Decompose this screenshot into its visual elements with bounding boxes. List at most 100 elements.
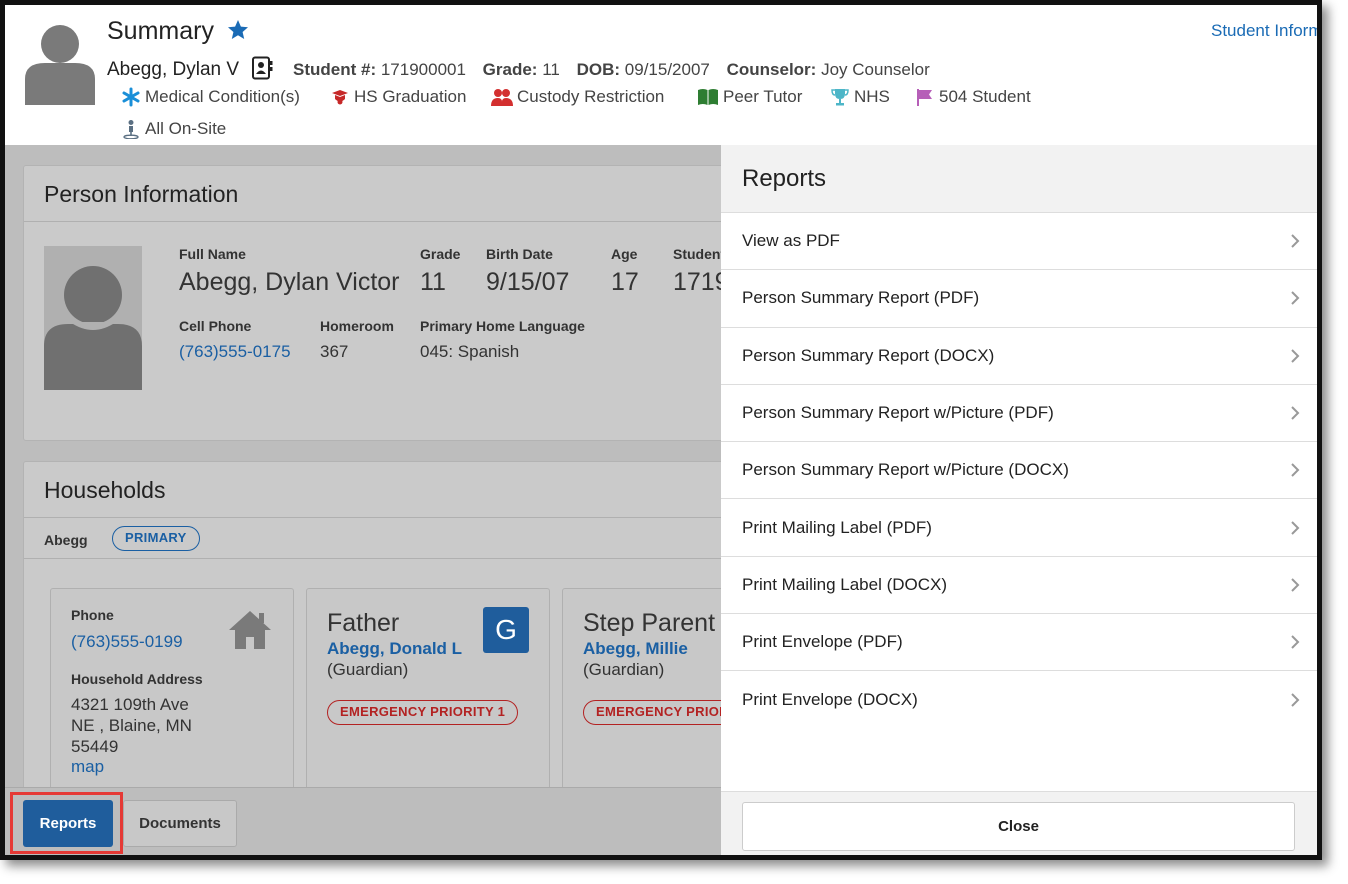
member-name-link[interactable]: Abegg, Donald L: [327, 639, 462, 659]
flag-label: Medical Condition(s): [145, 87, 300, 106]
address-line-3: 55449: [71, 737, 119, 756]
card-title: Person Information: [24, 166, 721, 222]
student-header: Summary Abegg, Dylan V Student #: 171900…: [5, 5, 1317, 145]
report-item-mailing-label-docx[interactable]: Print Mailing Label (DOCX): [721, 557, 1317, 615]
emergency-priority-badge: EMERGENCY PRIORITY 2: [583, 700, 721, 725]
student-name: Abegg, Dylan V: [107, 59, 240, 80]
trophy-icon: [831, 89, 849, 106]
student-number-label: Student: [673, 246, 721, 262]
report-item-person-summary-pdf[interactable]: Person Summary Report (PDF): [721, 270, 1317, 328]
person-pin-icon: [123, 120, 139, 139]
member-relation: (Guardian): [583, 660, 665, 679]
birth-date-value: 9/15/07: [486, 268, 570, 296]
language-label: Primary Home Language: [420, 318, 585, 334]
grade-label: Grade: [420, 246, 461, 262]
map-link[interactable]: map: [71, 757, 104, 777]
report-item-label: View as PDF: [742, 231, 840, 251]
graduation-cap-icon: [332, 90, 348, 105]
report-item-label: Print Envelope (PDF): [742, 632, 903, 652]
reports-panel: Reports View as PDF Person Summary Repor…: [721, 145, 1317, 855]
age-value: 17: [611, 268, 639, 296]
report-item-envelope-pdf[interactable]: Print Envelope (PDF): [721, 614, 1317, 672]
home-icon: [229, 611, 271, 649]
primary-badge: PRIMARY: [112, 526, 200, 551]
book-icon: [698, 89, 718, 105]
guardian-badge: G: [483, 607, 529, 653]
report-item-envelope-docx[interactable]: Print Envelope (DOCX): [721, 671, 1317, 728]
person-information-card: Person Information Full Name Abegg, Dyla…: [23, 165, 721, 441]
full-name-label: Full Name: [179, 246, 246, 262]
asterisk-icon: [122, 87, 140, 107]
flag-peer-tutor[interactable]: Peer Tutor: [697, 87, 802, 107]
flag-hs-graduation[interactable]: HS Graduation: [330, 87, 466, 107]
flag-nhs[interactable]: NHS: [830, 87, 890, 107]
dob-value: 09/15/2007: [624, 60, 710, 79]
cell-phone-label: Cell Phone: [179, 318, 252, 334]
age-label: Age: [611, 246, 638, 262]
flag-medical-condition[interactable]: Medical Condition(s): [121, 87, 300, 107]
address-line-2: NE , Blaine, MN: [71, 716, 192, 735]
chevron-right-icon: [1291, 463, 1300, 478]
student-number-label: Student #:: [293, 60, 377, 79]
report-item-label: Person Summary Report (DOCX): [742, 345, 995, 365]
report-item-mailing-label-pdf[interactable]: Print Mailing Label (PDF): [721, 499, 1317, 557]
chevron-right-icon: [1291, 291, 1300, 306]
flag-icon: [917, 89, 932, 106]
chevron-right-icon: [1291, 635, 1300, 649]
flag-label: 504 Student: [939, 87, 1031, 106]
chevron-right-icon: [1291, 578, 1300, 592]
panel-footer: Close: [721, 791, 1317, 855]
documents-button[interactable]: Documents: [123, 800, 237, 847]
member-relation: (Guardian): [327, 660, 409, 679]
flag-all-on-site[interactable]: All On-Site: [121, 119, 226, 139]
cell-phone-link[interactable]: (763)555-0175: [179, 342, 291, 362]
grade-value: 11: [420, 268, 446, 296]
main-content: Person Information Full Name Abegg, Dyla…: [5, 145, 721, 855]
student-number: 171900001: [380, 60, 466, 79]
contact-card-icon[interactable]: [251, 56, 273, 80]
emergency-priority-badge: EMERGENCY PRIORITY 1: [327, 700, 519, 725]
panel-title: Reports: [721, 145, 1317, 213]
flag-504-student[interactable]: 504 Student: [915, 87, 1031, 107]
people-icon: [491, 89, 513, 106]
student-meta: Student #: 171900001 Grade: 11 DOB: 09/1…: [293, 60, 930, 80]
student-avatar: [25, 25, 95, 105]
chevron-right-icon: [1291, 520, 1300, 535]
star-icon[interactable]: [226, 18, 250, 42]
bottom-action-bar: Reports Documents: [5, 787, 721, 855]
report-item-person-summary-picture-pdf[interactable]: Person Summary Report w/Picture (PDF): [721, 385, 1317, 443]
student-number-value: 1719: [673, 268, 721, 296]
household-address-label: Household Address: [71, 671, 203, 687]
household-address-card: Phone (763)555-0199 Household Address 43…: [50, 588, 294, 808]
homeroom-value: 367: [320, 342, 349, 361]
counselor-value: Joy Counselor: [821, 60, 930, 79]
report-item-person-summary-docx[interactable]: Person Summary Report (DOCX): [721, 328, 1317, 385]
counselor-label: Counselor:: [726, 60, 817, 79]
chevron-right-icon: [1291, 406, 1300, 420]
person-photo: [44, 246, 142, 390]
flag-label: Custody Restriction: [517, 87, 665, 106]
reports-list: View as PDF Person Summary Report (PDF) …: [721, 213, 1317, 729]
close-button[interactable]: Close: [742, 802, 1295, 851]
app-window: Summary Abegg, Dylan V Student #: 171900…: [0, 0, 1322, 860]
chevron-right-icon: [1291, 234, 1300, 248]
member-name-link[interactable]: Abegg, Millie: [583, 639, 688, 659]
report-item-view-as-pdf[interactable]: View as PDF: [721, 213, 1317, 271]
report-item-label: Person Summary Report w/Picture (PDF): [742, 403, 1054, 423]
report-item-label: Print Envelope (DOCX): [742, 690, 918, 710]
flag-custody-restriction[interactable]: Custody Restriction: [491, 87, 664, 107]
card-title: Households: [24, 462, 721, 518]
report-item-person-summary-picture-docx[interactable]: Person Summary Report w/Picture (DOCX): [721, 442, 1317, 500]
chevron-right-icon: [1291, 349, 1300, 363]
flag-label: All On-Site: [145, 119, 227, 138]
household-phone-link[interactable]: (763)555-0199: [71, 632, 183, 652]
flag-label: HS Graduation: [354, 87, 467, 106]
student-information-link[interactable]: Student Information: [1211, 21, 1317, 41]
member-role: Step Parent: [583, 609, 716, 637]
flag-label: Peer Tutor: [723, 87, 803, 106]
household-member-card: Father Abegg, Donald L (Guardian) G EMER…: [306, 588, 550, 808]
report-item-label: Print Mailing Label (PDF): [742, 517, 932, 537]
chevron-right-icon: [1291, 693, 1300, 707]
flag-label: NHS: [854, 87, 890, 106]
full-name-value: Abegg, Dylan Victor: [179, 268, 400, 296]
